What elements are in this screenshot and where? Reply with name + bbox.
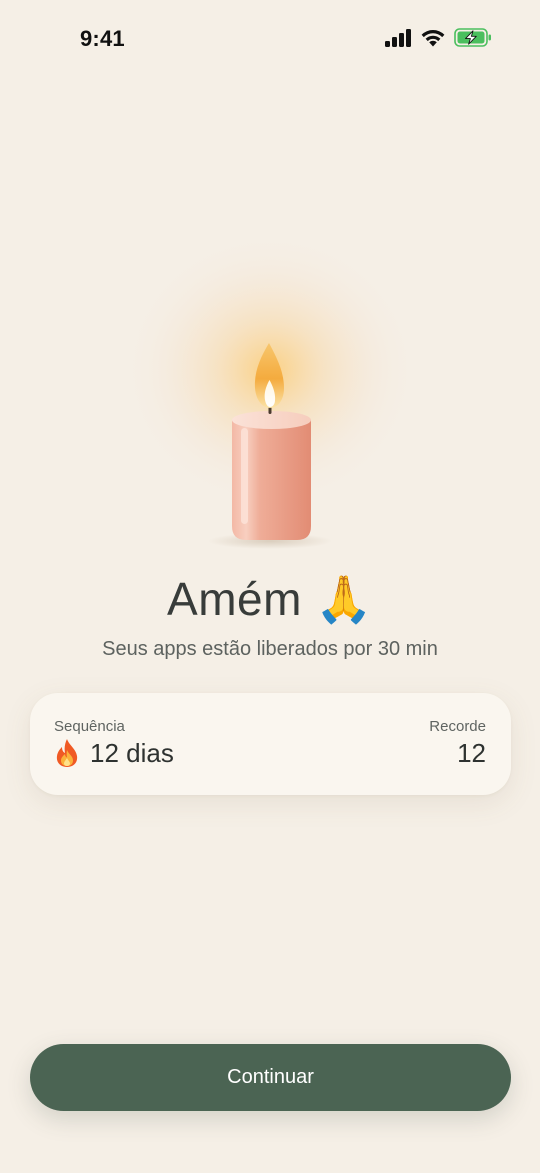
page-subtitle: Seus apps estão liberados por 30 min (102, 638, 438, 660)
battery-charging-icon (454, 28, 491, 47)
streak-value-row: 12 dias (54, 735, 174, 771)
status-time: 9:41 (80, 26, 125, 51)
streak-value: 12 dias (90, 737, 174, 768)
status-icons (385, 28, 492, 47)
page-title: Amém 🙏 (167, 573, 373, 625)
cellular-signal-icon (385, 28, 411, 47)
continue-button[interactable]: Continuar (30, 1044, 511, 1111)
fire-icon (56, 739, 78, 767)
status-bar: 9:41 (0, 0, 540, 80)
candle-illustration (0, 200, 540, 570)
candle-icon (120, 230, 420, 549)
streak-label: Sequência (54, 718, 125, 735)
stats-card: Sequência 12 dias Recorde 12 (30, 693, 511, 795)
record-value: 12 (457, 737, 486, 768)
wifi-icon (421, 30, 445, 47)
record-label: Recorde (429, 718, 486, 735)
